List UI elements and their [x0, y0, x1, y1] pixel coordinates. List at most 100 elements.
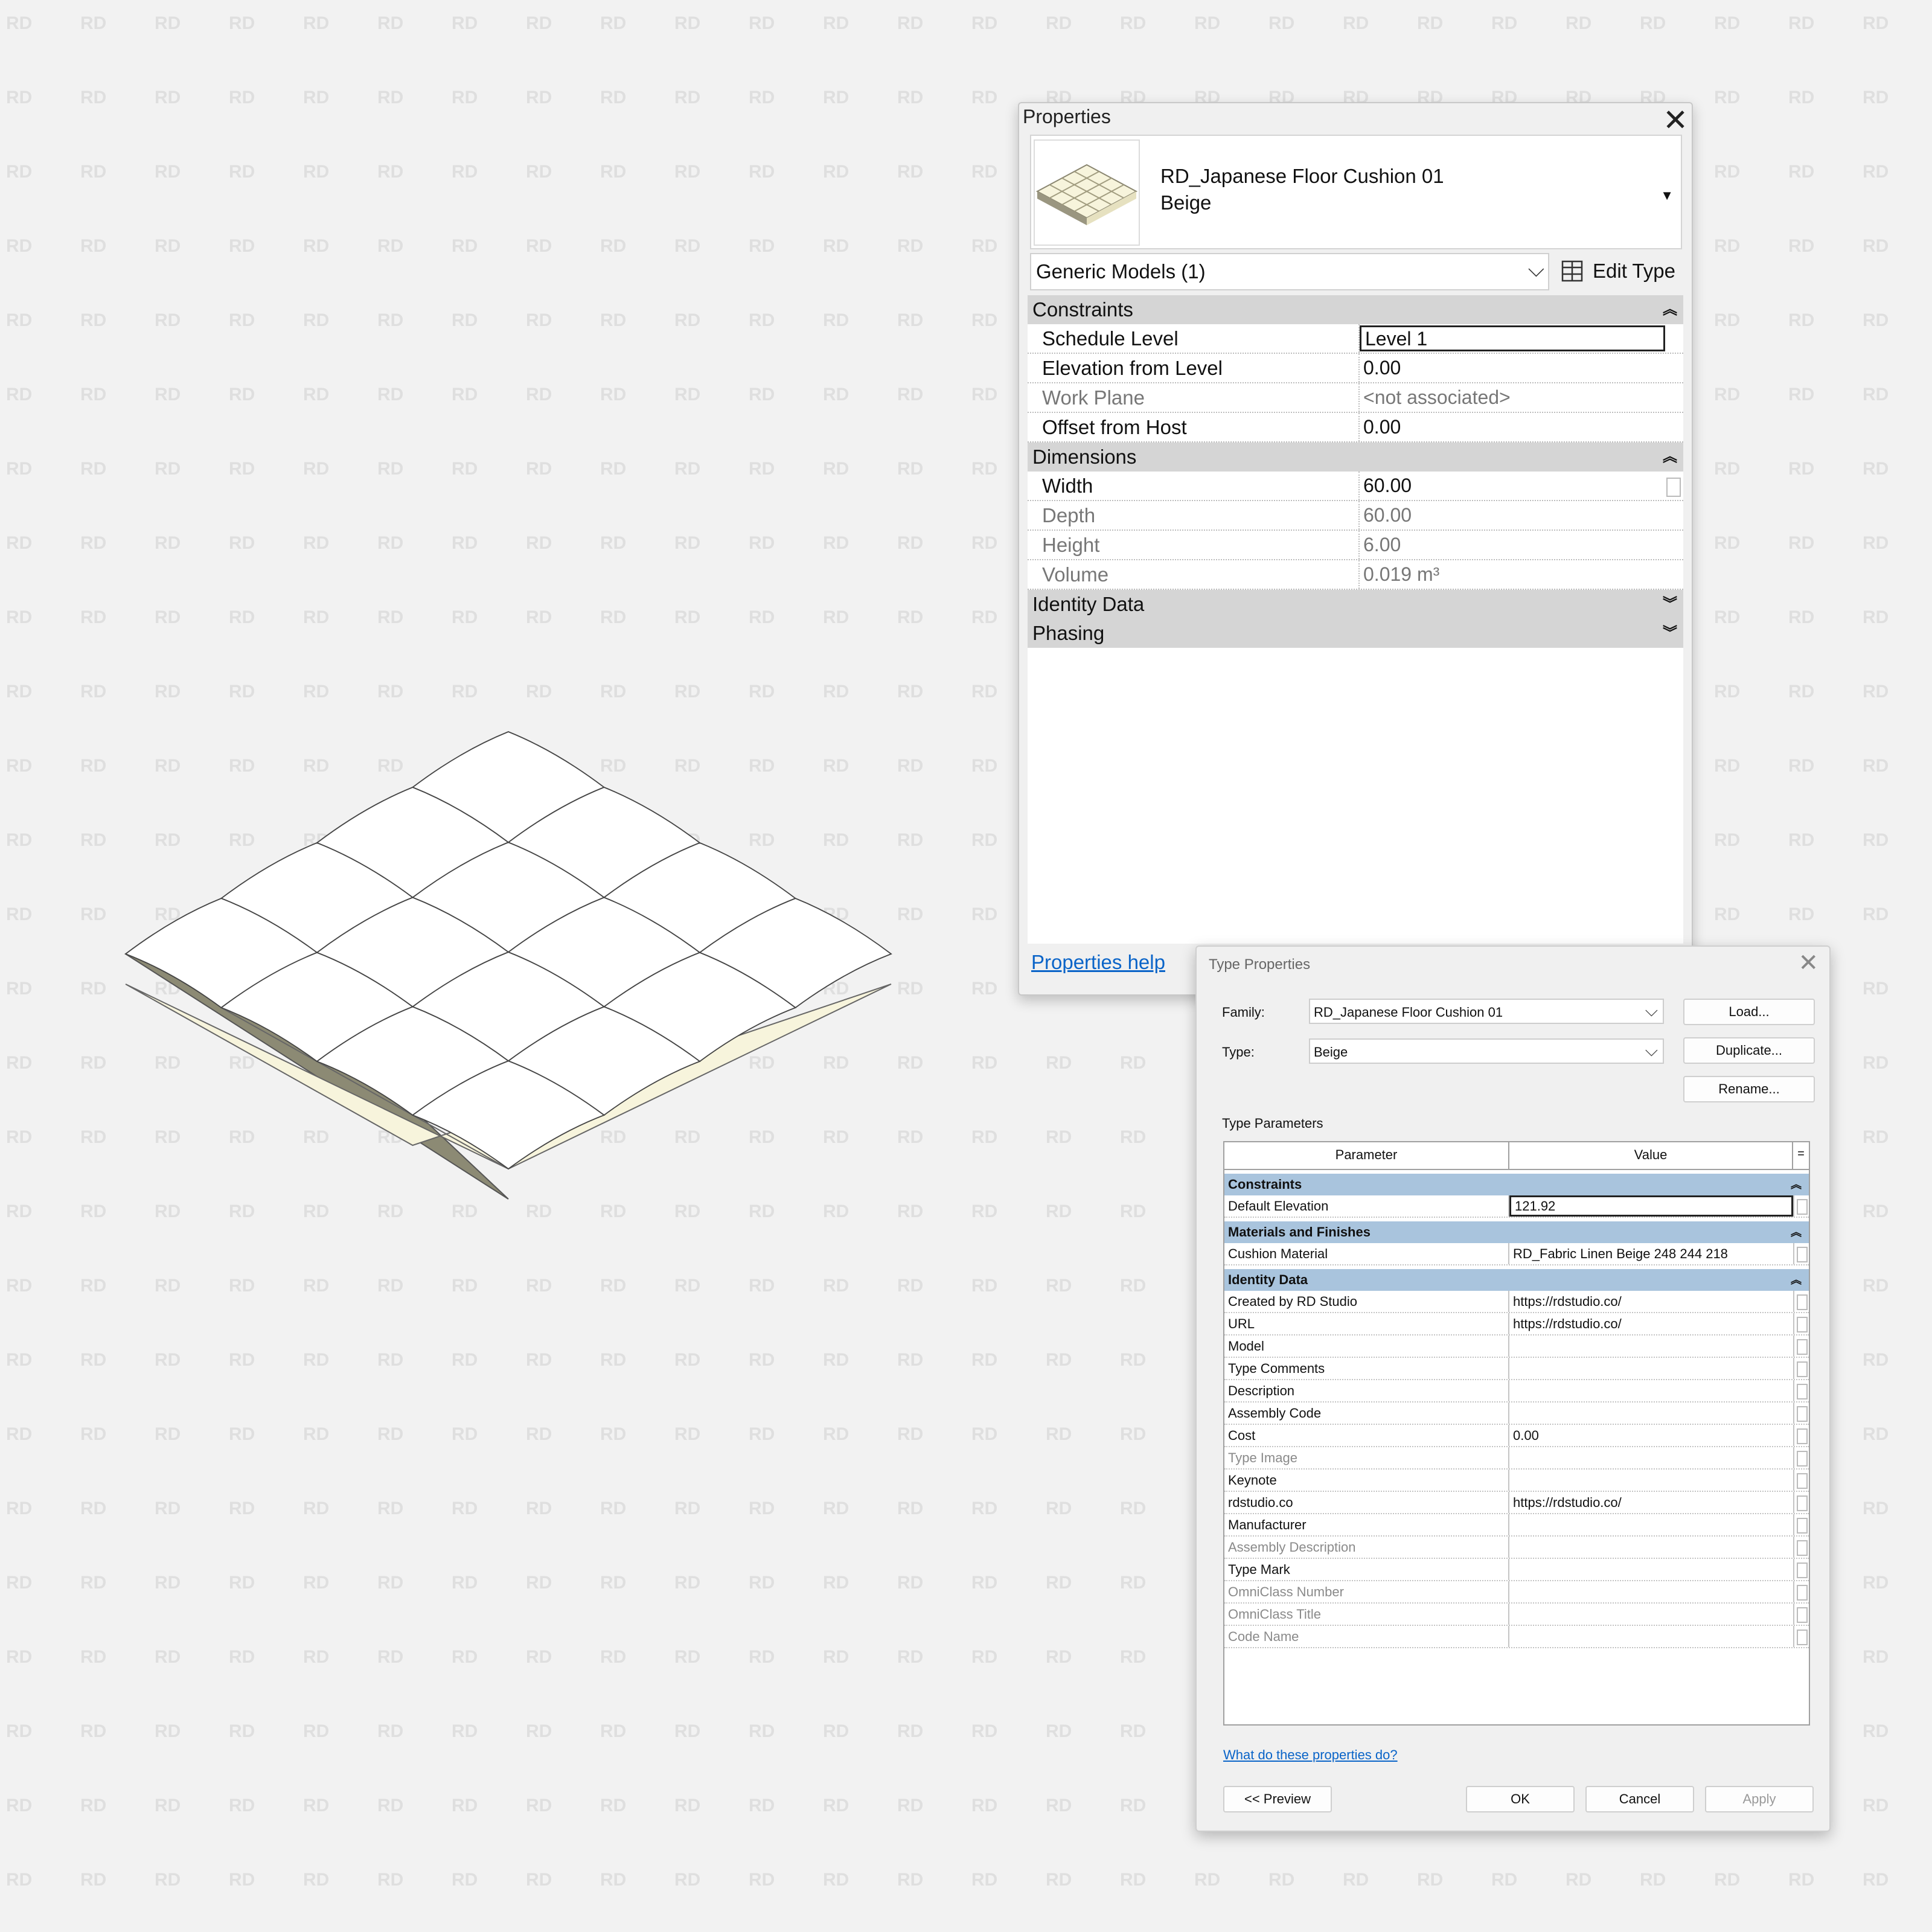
type-mark-value[interactable]	[1509, 1559, 1793, 1580]
parameter-associate-button[interactable]	[1797, 1317, 1808, 1332]
elevation-from-level-field[interactable]: 0.00	[1360, 354, 1683, 382]
section-phasing[interactable]: Phasing ︾	[1028, 619, 1683, 648]
param-row-type-mark[interactable]: Type Mark	[1224, 1559, 1809, 1581]
type-properties-dialog: Type Properties ✕ Family: RD_Japanese Fl…	[1195, 945, 1831, 1832]
param-row-cost[interactable]: Cost 0.00	[1224, 1425, 1809, 1447]
param-row-description[interactable]: Description	[1224, 1380, 1809, 1403]
parameter-associate-button[interactable]	[1797, 1495, 1808, 1511]
description-value[interactable]	[1509, 1380, 1793, 1401]
close-icon[interactable]: ✕	[1663, 102, 1688, 138]
param-row-type-comments[interactable]: Type Comments	[1224, 1358, 1809, 1380]
section-identity-data[interactable]: Identity Data ︾	[1028, 590, 1683, 619]
parameter-associate-button[interactable]	[1797, 1518, 1808, 1534]
param-row-model[interactable]: Model	[1224, 1335, 1809, 1358]
parameter-associate-button[interactable]	[1797, 1428, 1808, 1444]
param-row-url[interactable]: URL https://rdstudio.co/	[1224, 1313, 1809, 1335]
param-row-elevation-from-level[interactable]: Elevation from Level 0.00	[1028, 354, 1683, 383]
param-row-created-by-rd-studio[interactable]: Created by RD Studio https://rdstudio.co/	[1224, 1291, 1809, 1313]
param-row-width[interactable]: Width 60.00	[1028, 472, 1683, 501]
parameter-associate-button[interactable]	[1797, 1384, 1808, 1399]
section-dimensions[interactable]: Dimensions ︽	[1028, 443, 1683, 472]
type-comments-value[interactable]	[1509, 1358, 1793, 1379]
manufacturer-value[interactable]	[1509, 1514, 1793, 1535]
watermark-text: RD	[1788, 607, 1815, 627]
watermark-text: RD	[377, 1573, 404, 1593]
collapse-icon[interactable]: ︽	[1791, 1221, 1802, 1243]
watermark-text: RD	[303, 1573, 330, 1593]
preview-button[interactable]: << Preview	[1223, 1786, 1332, 1812]
model-value[interactable]	[1509, 1335, 1793, 1357]
param-row-cushion-material[interactable]: Cushion Material RD_Fabric Linen Beige 24…	[1224, 1243, 1809, 1265]
parameter-associate-button[interactable]	[1666, 478, 1681, 497]
schedule-level-field[interactable]: Level 1	[1360, 325, 1665, 351]
section-constraints[interactable]: Constraints ︽	[1028, 295, 1683, 324]
ok-button[interactable]: OK	[1466, 1786, 1575, 1812]
watermark-text: RD	[674, 1424, 701, 1444]
param-row-offset-from-host[interactable]: Offset from Host 0.00	[1028, 413, 1683, 443]
collapse-icon[interactable]: ︽	[1791, 1269, 1802, 1291]
watermark-text: RD	[600, 1499, 627, 1518]
rename-button[interactable]: Rename...	[1683, 1076, 1815, 1102]
parameter-associate-button[interactable]	[1797, 1247, 1808, 1262]
param-row-manufacturer[interactable]: Manufacturer	[1224, 1514, 1809, 1537]
param-row-assembly-code[interactable]: Assembly Code	[1224, 1403, 1809, 1425]
what-do-these-properties-do-link[interactable]: What do these properties do?	[1223, 1747, 1398, 1763]
param-row-rdstudio-co[interactable]: rdstudio.co https://rdstudio.co/	[1224, 1492, 1809, 1514]
section-identity-data[interactable]: Identity Data ︽	[1224, 1269, 1809, 1291]
width-field[interactable]: 60.00	[1360, 472, 1683, 500]
url-value[interactable]: https://rdstudio.co/	[1509, 1313, 1793, 1334]
collapse-icon[interactable]: ︽	[1791, 1174, 1802, 1195]
section-materials-and-finishes[interactable]: Materials and Finishes ︽	[1224, 1221, 1809, 1243]
chevron-down-icon[interactable]: ⌵	[1645, 1001, 1658, 1021]
cancel-button[interactable]: Cancel	[1585, 1786, 1694, 1812]
parameter-associate-button[interactable]	[1797, 1294, 1808, 1310]
type-dropdown[interactable]: Beige ⌵	[1309, 1038, 1664, 1064]
load-button[interactable]: Load...	[1683, 999, 1815, 1025]
watermark-text: RD	[1714, 13, 1741, 33]
edit-type-button[interactable]: Edit Type	[1560, 255, 1675, 287]
assembly-code-value[interactable]	[1509, 1403, 1793, 1424]
category-filter-dropdown[interactable]: Generic Models (1) ⌵	[1030, 253, 1549, 290]
section-constraints[interactable]: Constraints ︽	[1224, 1174, 1809, 1195]
properties-help-link[interactable]: Properties help	[1031, 951, 1165, 974]
parameter-associate-button[interactable]	[1797, 1563, 1808, 1578]
watermark-text: RD	[749, 1647, 775, 1667]
param-row-schedule-level[interactable]: Schedule Level Level 1	[1028, 324, 1683, 354]
param-row-default-elevation[interactable]: Default Elevation 121.92	[1224, 1195, 1809, 1218]
duplicate-button[interactable]: Duplicate...	[1683, 1037, 1815, 1064]
param-label: Offset from Host	[1028, 413, 1360, 441]
expand-icon[interactable]: ︾	[1663, 590, 1677, 619]
associate-parameter-cell	[1793, 1559, 1809, 1580]
watermark-text: RD	[971, 236, 998, 256]
caret-down-icon[interactable]: ▼	[1660, 188, 1674, 203]
close-icon[interactable]: ✕	[1798, 949, 1818, 977]
parameter-associate-button[interactable]	[1797, 1199, 1808, 1215]
col-header-value[interactable]: Value	[1509, 1142, 1793, 1169]
cost-value[interactable]: 0.00	[1509, 1425, 1793, 1446]
offset-from-host-field[interactable]: 0.00	[1360, 413, 1683, 441]
col-header-parameter[interactable]: Parameter	[1224, 1142, 1509, 1169]
type-selector[interactable]: RD_Japanese Floor Cushion 01 Beige ▼	[1030, 135, 1682, 249]
cushion-material-value[interactable]: RD_Fabric Linen Beige 248 244 218	[1509, 1243, 1793, 1264]
rdstudio-co-value[interactable]: https://rdstudio.co/	[1509, 1492, 1793, 1513]
watermark-text: RD	[897, 1870, 924, 1890]
collapse-icon[interactable]: ︽	[1663, 443, 1677, 472]
keynote-value[interactable]	[1509, 1470, 1793, 1491]
collapse-icon[interactable]: ︽	[1663, 295, 1677, 324]
param-row-keynote[interactable]: Keynote	[1224, 1470, 1809, 1492]
chevron-down-icon[interactable]: ⌵	[1645, 1041, 1658, 1061]
parameter-associate-button[interactable]	[1797, 1406, 1808, 1422]
watermark-text: RD	[155, 1424, 181, 1444]
family-dropdown[interactable]: RD_Japanese Floor Cushion 01 ⌵	[1309, 999, 1664, 1024]
parameter-associate-button[interactable]	[1797, 1339, 1808, 1355]
watermark-text: RD	[600, 1870, 627, 1890]
default-elevation-value[interactable]: 121.92	[1509, 1195, 1793, 1217]
chevron-down-icon[interactable]: ⌵	[1528, 257, 1544, 283]
watermark-text: RD	[971, 1201, 998, 1221]
parameter-associate-button[interactable]	[1797, 1361, 1808, 1377]
created-by-rd-studio-value[interactable]: https://rdstudio.co/	[1509, 1291, 1793, 1312]
parameter-associate-button[interactable]	[1797, 1473, 1808, 1489]
associate-parameter-cell	[1793, 1358, 1809, 1379]
watermark-text: RD	[229, 1647, 255, 1667]
expand-icon[interactable]: ︾	[1663, 619, 1677, 648]
